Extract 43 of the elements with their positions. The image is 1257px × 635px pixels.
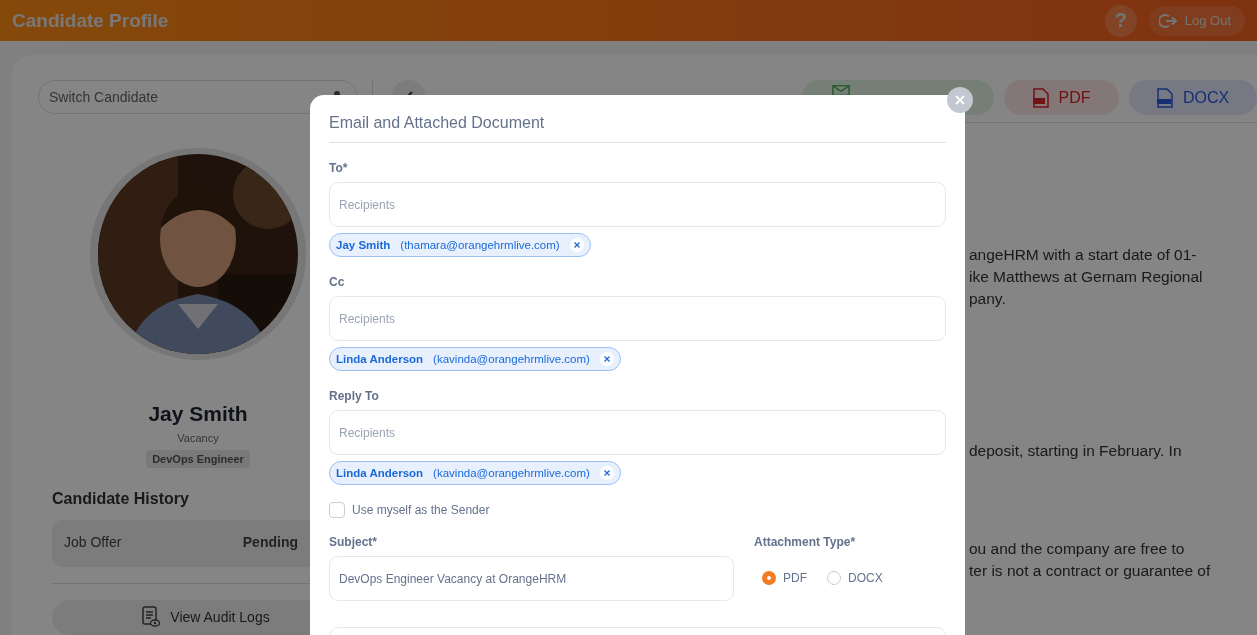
remove-icon[interactable] [569,238,584,252]
field-label: Cc [329,275,346,289]
field-label: Reply To [329,389,380,403]
docx-button[interactable]: DOCX [1129,80,1257,115]
field-placeholder: Switch Candidate [49,89,158,106]
recipients-field[interactable]: Recipients [329,182,946,227]
letter-text: pany. [969,289,1007,309]
close-icon [955,95,965,105]
page-title: Candidate Profile [12,9,170,32]
letter-text: deposit, starting in February. In [969,441,1183,461]
doc-file-icon [1156,87,1173,108]
radio-button[interactable] [827,571,841,585]
pdf-button[interactable]: PDF [1004,80,1119,115]
remove-icon[interactable] [599,352,614,366]
checkbox-label: Use myself as the Sender [352,503,490,517]
vacancy-tag: DevOps Engineer [146,449,250,468]
recipient-chip[interactable]: Jay Smith (thamara@orangehrmlive.com) [329,233,591,257]
letter-text: ou and the company are free to [969,539,1186,559]
letter-text: ike Matthews at Gernam Regional [969,267,1204,287]
field-label: To* [329,161,349,175]
recipients-field[interactable]: Recipients [329,410,946,455]
subject-field[interactable]: DevOps Engineer Vacancy at OrangeHRM [329,556,734,601]
status-text: Pending [242,533,298,552]
letter-text: ter is not a contract or guarantee of [969,561,1212,581]
letter-text: angeHRM with a start date of 01- [969,245,1198,265]
document-eye-icon [142,606,161,629]
logout-icon [1158,12,1177,29]
stage-text: Job Offer [64,533,122,552]
remove-icon[interactable] [599,466,614,480]
radio-label: DOCX [848,571,883,585]
section-title: Candidate History [52,489,189,508]
vacancy-label: Vacancy [177,431,219,444]
pdf-file-icon [1032,87,1049,108]
field-label: Subject* [329,535,378,549]
recipient-chip[interactable]: Linda Anderson (kavinda@orangehrmlive.com) [329,347,621,371]
field-label: Attachment Type* [754,535,857,549]
recipient-chip[interactable]: Linda Anderson (kavinda@orangehrmlive.com) [329,461,621,485]
checkbox[interactable] [329,502,345,518]
modal-title: Email and Attached Document [329,95,946,143]
radio-button[interactable] [762,571,776,585]
radio-label: PDF [783,571,807,585]
recipients-field[interactable]: Recipients [329,296,946,341]
candidate-name: Jay Smith [148,401,248,426]
